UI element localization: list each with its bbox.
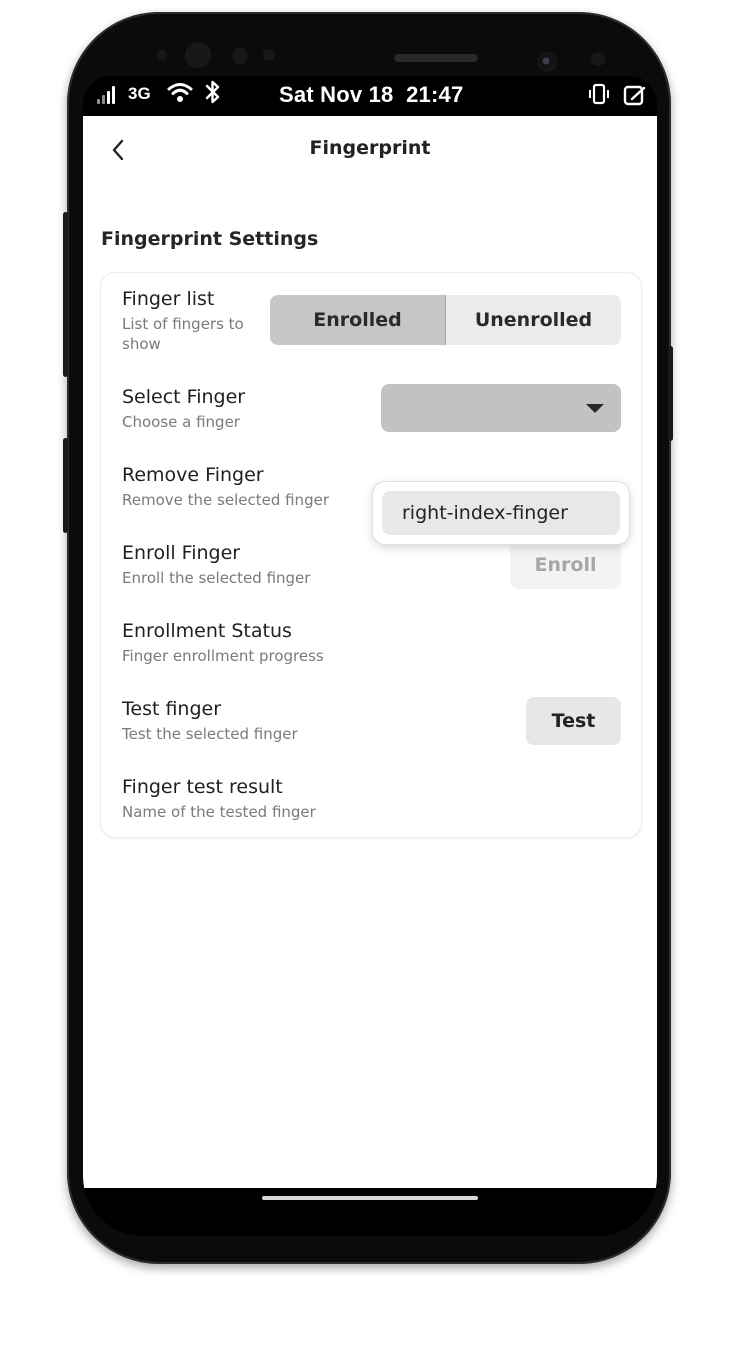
finger-test-result-row: Finger test result Name of the tested fi… xyxy=(122,775,316,822)
finger-test-result-subtitle: Name of the tested finger xyxy=(122,803,316,821)
front-sensor xyxy=(591,52,605,66)
side-button-left-bottom xyxy=(63,438,68,533)
status-clock: Sat Nov 18 21:47 xyxy=(279,82,464,107)
enrollment-status-subtitle: Finger enrollment progress xyxy=(122,647,324,665)
test-finger-row: Test finger Test the selected finger xyxy=(122,697,298,744)
home-indicator[interactable] xyxy=(262,1196,478,1200)
finger-list-segmented-control: Enrolled Unenrolled xyxy=(270,295,621,345)
front-sensor xyxy=(157,50,167,60)
finger-list-title: Finger list xyxy=(122,288,215,310)
section-title: Fingerprint Settings xyxy=(101,228,319,250)
status-bar: 3G Sat Nov 18 21:47 xyxy=(83,76,657,116)
enroll-finger-row: Enroll Finger Enroll the selected finger xyxy=(122,541,310,588)
enroll-finger-subtitle: Enroll the selected finger xyxy=(122,569,311,587)
vibrate-icon xyxy=(587,82,611,111)
enrollment-status-row: Enrollment Status Finger enrollment prog… xyxy=(122,619,324,666)
select-finger-subtitle: Choose a finger xyxy=(122,413,240,431)
finger-test-result-title: Finger test result xyxy=(122,776,283,798)
enroll-button[interactable]: Enroll xyxy=(510,541,621,589)
select-finger-row: Select Finger Choose a finger xyxy=(122,385,245,432)
front-sensor xyxy=(185,42,211,68)
signal-icon xyxy=(97,86,115,104)
side-button-right xyxy=(668,346,673,441)
remove-finger-subtitle: Remove the selected finger xyxy=(122,491,329,509)
menu-option-right-index-finger[interactable]: right-index-finger xyxy=(382,491,620,535)
select-finger-title: Select Finger xyxy=(122,386,246,408)
navigation-area xyxy=(83,1188,657,1236)
earpiece-speaker xyxy=(394,54,478,62)
app-content: Fingerprint Fingerprint Settings Finger … xyxy=(83,116,657,1188)
page-title: Fingerprint xyxy=(309,137,431,159)
finger-list-subtitle: List of fingers to show xyxy=(122,315,244,353)
front-sensor xyxy=(263,49,275,61)
caret-down-icon xyxy=(586,404,604,413)
side-button-left-top xyxy=(63,212,68,377)
network-type: 3G xyxy=(128,84,151,103)
test-finger-title: Test finger xyxy=(122,698,222,720)
phone-screen: 3G Sat Nov 18 21:47 Fingerprint Fingerpr… xyxy=(83,76,657,1236)
select-finger-dropdown[interactable] xyxy=(381,384,621,432)
segment-unenrolled[interactable]: Unenrolled xyxy=(446,295,621,345)
wifi-icon xyxy=(167,81,193,108)
enroll-finger-title: Enroll Finger xyxy=(122,542,241,564)
bluetooth-icon xyxy=(204,79,222,111)
battery-icon xyxy=(623,84,653,111)
select-finger-menu: right-index-finger xyxy=(373,482,629,544)
settings-card: Finger list List of fingers to show Enro… xyxy=(101,273,641,837)
front-camera xyxy=(537,52,557,72)
test-button[interactable]: Test xyxy=(526,697,621,745)
test-finger-subtitle: Test the selected finger xyxy=(122,725,298,743)
enrollment-status-title: Enrollment Status xyxy=(122,620,292,642)
finger-list-row: Finger list List of fingers to show xyxy=(122,287,257,354)
segment-enrolled[interactable]: Enrolled xyxy=(270,295,445,345)
remove-finger-title: Remove Finger xyxy=(122,464,264,486)
remove-finger-row: Remove Finger Remove the selected finger xyxy=(122,463,329,510)
front-sensor xyxy=(232,48,248,64)
